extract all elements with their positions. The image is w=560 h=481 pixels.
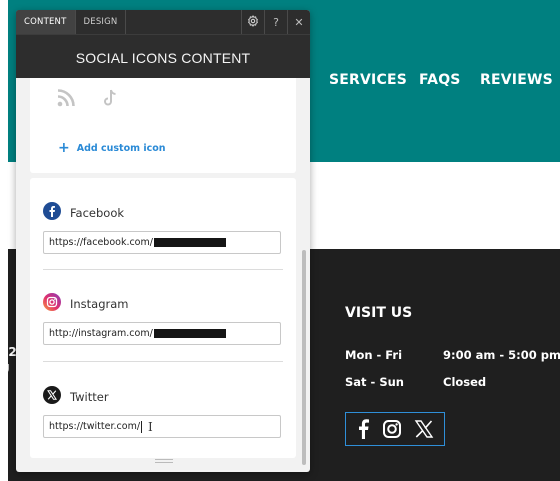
close-button[interactable]: ✕: [287, 10, 310, 34]
tab-design[interactable]: DESIGN: [76, 10, 127, 34]
social-entry-instagram: Instagram http://instagram.com/: [43, 292, 283, 345]
footer-text-fragment: 12: [0, 345, 17, 359]
footer-text-fragment: U: [0, 362, 10, 376]
nav-faqs[interactable]: FAQS: [419, 72, 461, 88]
icon-options-row: [56, 88, 118, 113]
redacted-handle: [153, 329, 226, 338]
help-button[interactable]: ?: [264, 10, 287, 34]
x-icon[interactable]: [414, 419, 434, 439]
icon-picker-card: + Add custom icon: [30, 78, 296, 173]
instagram-url-input[interactable]: http://instagram.com/: [43, 322, 281, 345]
social-name-label: Instagram: [70, 297, 129, 311]
url-value: https://facebook.com/: [49, 237, 153, 248]
panel-scrollbar[interactable]: [302, 250, 306, 465]
facebook-icon[interactable]: [356, 419, 370, 439]
settings-gear-button[interactable]: [241, 10, 264, 34]
panel-title: SOCIAL ICONS CONTENT: [75, 50, 251, 66]
hours-time: Closed: [443, 375, 487, 389]
divider: [43, 269, 283, 270]
ibeam-cursor-icon: I: [148, 419, 153, 434]
hours-day: Sat - Sun: [345, 375, 404, 389]
panel-header: CONTENT DESIGN ? ✕ SOCIAL ICONS CONTENT: [16, 10, 310, 78]
hours-time: 9:00 am - 5:00 pm: [443, 348, 560, 362]
gear-icon: [247, 14, 259, 30]
url-value: https://twitter.com/: [49, 421, 141, 432]
tab-content[interactable]: CONTENT: [16, 10, 76, 34]
add-custom-icon-label: Add custom icon: [76, 142, 166, 154]
x-icon: [43, 385, 61, 409]
plus-icon: +: [58, 140, 70, 156]
instagram-icon: [43, 292, 61, 316]
panel-tools: ? ✕: [241, 10, 310, 34]
footer-text-fragment: 5: [0, 407, 9, 421]
tiktok-icon[interactable]: [102, 88, 118, 113]
social-links-card: Facebook https://facebook.com/ Instagram…: [30, 178, 296, 458]
rss-icon[interactable]: [56, 88, 76, 113]
social-name-label: Facebook: [70, 206, 125, 220]
facebook-icon: [43, 201, 61, 225]
footer-text-fragment: g: [0, 424, 9, 438]
add-custom-icon-button[interactable]: + Add custom icon: [58, 140, 166, 156]
redacted-handle: [153, 238, 226, 247]
divider: [43, 361, 283, 362]
instagram-icon[interactable]: [382, 419, 402, 439]
panel-tabs: CONTENT DESIGN: [16, 10, 127, 34]
footer-text-fragment: c: [0, 300, 8, 315]
resize-grip-icon[interactable]: [155, 459, 173, 463]
social-entry-twitter: Twitter https://twitter.com/I: [43, 385, 283, 438]
social-entry-facebook: Facebook https://facebook.com/: [43, 201, 283, 254]
text-caret: [141, 420, 143, 433]
hours-day: Mon - Fri: [345, 348, 403, 362]
nav-reviews[interactable]: REVIEWS: [480, 72, 553, 88]
visit-us-heading: VISIT US: [345, 305, 413, 321]
social-icons-editor-panel: CONTENT DESIGN ? ✕ SOCIAL ICONS CONTENT …: [16, 10, 310, 472]
social-name-label: Twitter: [70, 390, 109, 404]
divider: [16, 34, 310, 35]
twitter-url-input[interactable]: https://twitter.com/I: [43, 415, 281, 438]
url-value: http://instagram.com/: [49, 328, 153, 339]
nav-services[interactable]: SERVICES: [329, 72, 407, 88]
footer-social-icons[interactable]: [345, 412, 445, 446]
facebook-url-input[interactable]: https://facebook.com/: [43, 231, 281, 254]
